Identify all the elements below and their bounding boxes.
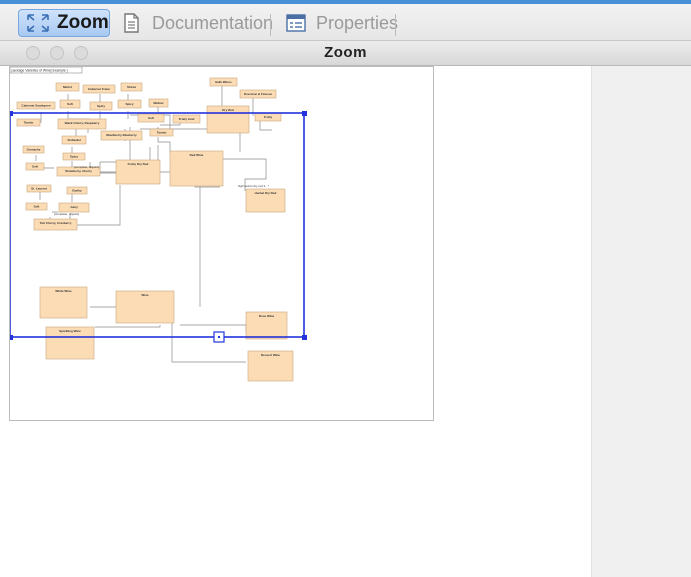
diagram-node-label: Soft bbox=[67, 102, 73, 106]
diagram-node-label: Shiraz bbox=[127, 85, 137, 89]
window-titlebar: Zoom bbox=[0, 41, 691, 66]
diagram-header-text: package Varieties of Wine[ Example ] bbox=[12, 69, 68, 73]
diagram-node[interactable]: Fruity Acid bbox=[172, 114, 201, 124]
diagram-node-label: Rose Wine bbox=[259, 314, 275, 318]
diagram-node[interactable]: Tart Cherry, Cranberry bbox=[33, 218, 78, 231]
window-title: Zoom bbox=[324, 44, 367, 61]
diagram-node[interactable]: Juicy bbox=[58, 202, 90, 213]
diagram-node-label: Soft bbox=[32, 165, 38, 169]
tab-properties[interactable]: Properties bbox=[278, 9, 404, 37]
diagram-node[interactable]: Soft bbox=[137, 113, 165, 123]
side-panel bbox=[591, 66, 691, 577]
diagram-node[interactable]: Soft bbox=[59, 99, 81, 109]
diagram-node[interactable]: Wine bbox=[115, 290, 175, 324]
diagram-node[interactable]: Fruity Dry Red bbox=[115, 159, 161, 185]
diagram-node[interactable]: Bulk Wines bbox=[209, 77, 238, 87]
diagram-node[interactable]: Fruity bbox=[254, 112, 282, 122]
edge-label: {complete, disjoint} bbox=[54, 212, 79, 216]
diagram-node[interactable]: Blackberry Blueberry bbox=[100, 130, 143, 141]
tab-documentation[interactable]: Documentation bbox=[114, 9, 279, 37]
resize-handle[interactable] bbox=[302, 111, 307, 116]
diagram-node[interactable]: Overtone & Finesse bbox=[239, 89, 277, 99]
diagram-node[interactable]: Black Cherry, Raspberry bbox=[57, 118, 107, 130]
diagram-node[interactable]: Merlot bbox=[55, 82, 80, 92]
diagram-node-label: Sparkling Wine bbox=[59, 329, 81, 333]
diagram-node-label: Earthy bbox=[72, 189, 82, 193]
diagram-node-label: Tart Cherry, Cranberry bbox=[40, 221, 72, 225]
diagram-node-label: Overtone & Finesse bbox=[244, 92, 273, 96]
diagram-node[interactable]: Soft bbox=[25, 162, 45, 171]
tab-bar: Zoom Documentation Properties bbox=[0, 4, 691, 41]
properties-icon bbox=[284, 12, 310, 34]
diagram-node-label: Black Cherry, Raspberry bbox=[65, 121, 100, 125]
diagram-node-label: Tannin bbox=[24, 121, 34, 125]
diagram-node-label: St. Laurent bbox=[31, 187, 47, 191]
diagram-node[interactable]: Earthy bbox=[66, 186, 88, 195]
diagram-node-label: Cabernet Franc bbox=[88, 87, 110, 91]
tab-zoom[interactable]: Zoom bbox=[18, 9, 110, 37]
diagram-node-label: Blackberry Blueberry bbox=[106, 133, 137, 137]
diagram-node-label: Herbal Dry Red bbox=[255, 191, 277, 195]
diagram-node[interactable]: Zinfandel bbox=[61, 135, 87, 145]
diagram-node-label: Tannin bbox=[157, 131, 167, 135]
tab-separator bbox=[395, 14, 396, 36]
diagram-node-label: Soft bbox=[148, 116, 154, 120]
diagram-node[interactable]: Tannin bbox=[16, 118, 41, 127]
diagram-node[interactable]: Red Wine bbox=[169, 150, 224, 187]
diagram-node[interactable]: White Wine bbox=[39, 286, 88, 319]
diagram-overview[interactable]: Merlot Cabernet Franc Shiraz Bulk Wines Cabe… bbox=[8, 66, 434, 421]
diagram-node[interactable]: Spicy bbox=[117, 99, 142, 109]
diagram-node-label: Fruity bbox=[264, 115, 273, 119]
diagram-node[interactable]: Cabernet Sauvignon bbox=[16, 101, 56, 110]
diagram-node-label: Dry Red bbox=[222, 108, 234, 112]
diagram-node[interactable]: Cabernet Franc bbox=[82, 84, 116, 94]
diagram-node-label: White Wine bbox=[55, 289, 71, 293]
diagram-node-label: Spicy bbox=[70, 155, 78, 159]
resize-handle[interactable] bbox=[8, 335, 13, 340]
diagram-node[interactable]: Dessert Wine bbox=[247, 350, 294, 382]
diagram-node-label: Fruity Acid bbox=[179, 117, 195, 121]
diagram-node-label: Juicy bbox=[70, 205, 78, 209]
diagram-node-label: Bulk Wines bbox=[215, 80, 231, 84]
diagram-node[interactable]: Soft bbox=[25, 202, 48, 211]
diagram-node[interactable]: Grenache bbox=[22, 145, 45, 154]
diagram-node[interactable]: Dry Red bbox=[206, 105, 250, 134]
diagram-node[interactable]: Rose Wine bbox=[245, 311, 288, 340]
diagram-svg: Merlot Cabernet Franc Shiraz Bulk Wines Cabe… bbox=[8, 66, 307, 382]
diagram-node-label: Wine bbox=[141, 293, 148, 297]
diagram-node[interactable]: Spicy bbox=[89, 101, 113, 111]
diagram-node-label: Spicy bbox=[125, 102, 133, 106]
tab-documentation-label: Documentation bbox=[152, 12, 274, 33]
diagram-node-label: Zinfandel bbox=[67, 138, 80, 142]
diagram-node-label: Red Wine bbox=[190, 153, 204, 157]
diagram-node[interactable]: Tannin bbox=[149, 128, 174, 137]
tab-zoom-label: Zoom bbox=[57, 12, 109, 33]
diagram-node[interactable]: Spicy bbox=[62, 152, 86, 161]
diagram-node[interactable]: Mellow bbox=[148, 98, 169, 108]
edge-label: {complete, disjoint} bbox=[74, 165, 99, 169]
diagram-node-label: Cabernet Sauvignon bbox=[21, 104, 50, 108]
resize-handle[interactable] bbox=[302, 335, 307, 340]
tab-separator bbox=[270, 14, 271, 36]
move-handle-dot bbox=[218, 336, 220, 338]
diagram-node-label: Grenache bbox=[27, 148, 41, 152]
diagram-node-label: Merlot bbox=[63, 85, 72, 89]
diagram-node-label: Fruity Dry Red bbox=[128, 162, 149, 166]
diagram-node-label: Strawberry, Cherry bbox=[65, 169, 92, 173]
document-icon bbox=[120, 12, 146, 34]
diagram-node-label: Dessert Wine bbox=[261, 353, 280, 357]
diagram-node-label: Spicy bbox=[97, 104, 105, 108]
diagram-node[interactable]: Sparkling Wine bbox=[45, 326, 95, 360]
diagram-nodes: Merlot Cabernet Franc Shiraz Bulk Wines Cabe… bbox=[16, 77, 294, 382]
diagram-node[interactable]: St. Laurent bbox=[26, 184, 52, 193]
diagram-node-label: Soft bbox=[34, 205, 40, 209]
diagram-node[interactable]: Shiraz bbox=[120, 82, 143, 92]
edge-label: high tannin dry red 1...* bbox=[238, 184, 270, 188]
tab-properties-label: Properties bbox=[316, 12, 399, 33]
diagram-node[interactable]: Herbal Dry Red bbox=[245, 188, 286, 213]
resize-handle[interactable] bbox=[8, 111, 13, 116]
zoom-fit-icon bbox=[25, 12, 51, 34]
diagram-node-label: Mellow bbox=[153, 101, 164, 105]
